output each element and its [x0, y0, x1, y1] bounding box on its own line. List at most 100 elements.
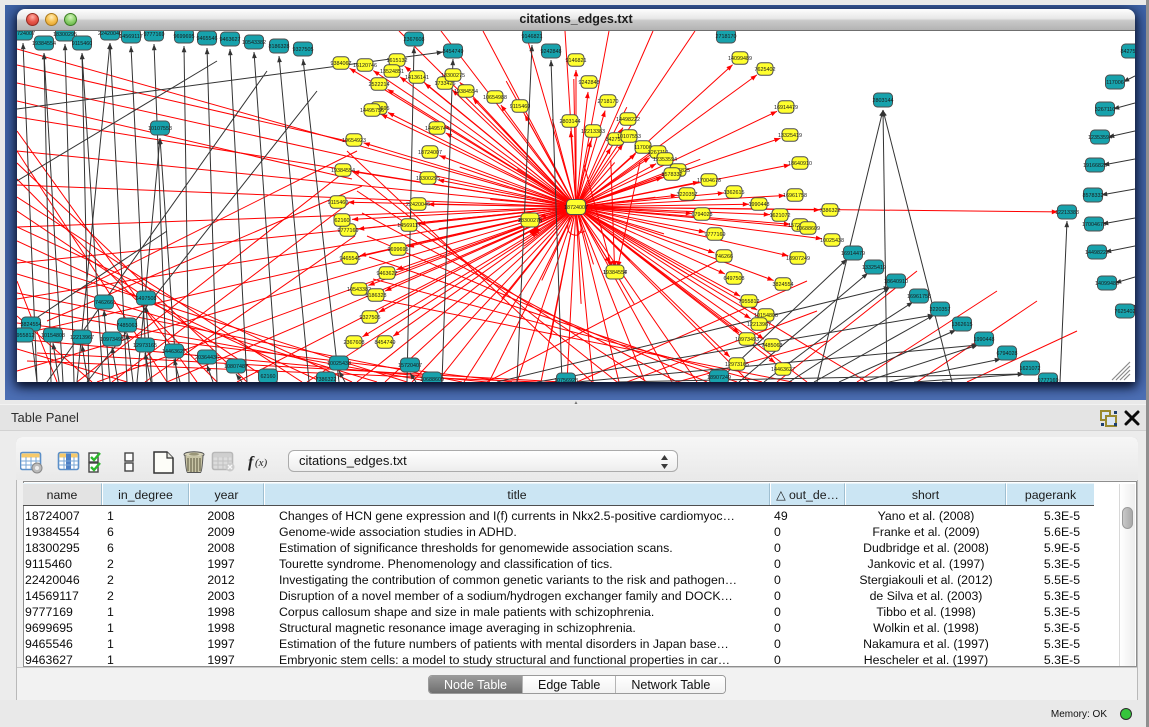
- svg-text:16914479: 16914479: [774, 105, 798, 111]
- svg-text:14498222: 14498222: [1085, 250, 1109, 256]
- svg-text:7386322: 7386322: [316, 377, 337, 382]
- svg-text:1621072: 1621072: [1020, 366, 1041, 372]
- svg-text:9242848: 9242848: [579, 80, 600, 86]
- svg-text:14495744: 14495744: [425, 126, 449, 132]
- svg-text:7625402: 7625402: [755, 67, 776, 73]
- svg-text:7955812: 7955812: [17, 333, 35, 339]
- svg-text:18724007: 18724007: [418, 150, 442, 156]
- svg-text:14136141: 14136141: [405, 75, 429, 81]
- svg-text:14463627: 14463627: [162, 349, 186, 355]
- svg-text:2718170: 2718170: [598, 99, 619, 105]
- svg-text:9115460: 9115460: [510, 104, 531, 110]
- svg-text:19654923: 19654923: [342, 138, 366, 144]
- svg-text:10154808: 10154808: [41, 333, 65, 339]
- svg-text:2367608: 2367608: [404, 37, 425, 43]
- svg-text:1362615: 1362615: [724, 190, 745, 196]
- svg-text:10654988: 10654988: [483, 95, 507, 101]
- svg-text:f: f: [248, 454, 255, 471]
- svg-text:2803144: 2803144: [560, 119, 581, 125]
- svg-text:8454749: 8454749: [443, 49, 464, 55]
- svg-text:746266: 746266: [715, 254, 733, 260]
- svg-text:10107553: 10107553: [148, 126, 172, 132]
- svg-text:6794028: 6794028: [997, 351, 1018, 357]
- svg-text:18907249: 18907249: [786, 256, 810, 262]
- svg-text:18640910: 18640910: [884, 279, 908, 285]
- svg-text:10807487: 10807487: [224, 364, 248, 370]
- svg-text:16120746: 16120746: [353, 63, 377, 69]
- svg-text:(x): (x): [255, 457, 268, 469]
- svg-text:14495756: 14495756: [360, 108, 384, 114]
- svg-text:14569117: 14569117: [397, 223, 421, 229]
- svg-text:3824554: 3824554: [773, 282, 794, 288]
- svg-text:10688609: 10688609: [420, 377, 444, 382]
- svg-text:9699695: 9699695: [388, 247, 409, 253]
- svg-text:19384554: 19384554: [603, 270, 627, 276]
- svg-text:22420046: 22420046: [406, 202, 430, 208]
- svg-text:9463627: 9463627: [220, 37, 241, 43]
- svg-text:12973165: 12973165: [133, 343, 157, 349]
- svg-text:12213383: 12213383: [581, 129, 605, 135]
- svg-text:1615132: 1615132: [387, 58, 408, 64]
- svg-text:13325419: 13325419: [862, 265, 886, 271]
- svg-text:14498222: 14498222: [616, 117, 640, 123]
- svg-text:18724007: 18724007: [564, 205, 588, 211]
- svg-text:8186328: 8186328: [366, 293, 387, 299]
- svg-text:12973165: 12973165: [725, 362, 749, 368]
- svg-text:19166825: 19166825: [1083, 163, 1107, 169]
- svg-text:6497508: 6497508: [724, 276, 745, 282]
- svg-text:9146821: 9146821: [522, 34, 543, 40]
- svg-text:10025438: 10025438: [327, 361, 351, 367]
- svg-text:12213967: 12213967: [70, 335, 94, 341]
- svg-text:12353594: 12353594: [1088, 135, 1112, 141]
- svg-text:10688609: 10688609: [796, 226, 820, 232]
- svg-text:3824554: 3824554: [21, 322, 42, 328]
- svg-text:14099489: 14099489: [728, 56, 752, 62]
- svg-text:12353594: 12353594: [653, 157, 677, 163]
- svg-text:10107553: 10107553: [617, 134, 641, 140]
- svg-text:3220357: 3220357: [930, 307, 951, 313]
- svg-text:13524851: 13524851: [380, 69, 404, 75]
- svg-text:3267110: 3267110: [1095, 107, 1116, 113]
- svg-text:12213383: 12213383: [1055, 210, 1079, 216]
- svg-text:18907249: 18907249: [707, 375, 731, 381]
- svg-text:19384554: 19384554: [32, 41, 56, 47]
- svg-text:18300275: 18300275: [441, 73, 465, 79]
- svg-text:14463627: 14463627: [771, 367, 795, 373]
- svg-text:10973493: 10973493: [100, 337, 124, 343]
- svg-text:9463627: 9463627: [377, 271, 398, 277]
- svg-text:14569117: 14569117: [119, 34, 143, 40]
- svg-text:20364436: 20364436: [195, 355, 219, 361]
- svg-text:10973493: 10973493: [735, 337, 759, 343]
- svg-text:17004678: 17004678: [697, 178, 721, 184]
- svg-text:13325419: 13325419: [778, 133, 802, 139]
- svg-text:2718170: 2718170: [716, 34, 737, 40]
- svg-text:2522214: 2522214: [369, 82, 390, 88]
- svg-text:8427552: 8427552: [1121, 49, 1136, 55]
- svg-text:3220357: 3220357: [677, 192, 698, 198]
- svg-text:1990448: 1990448: [974, 337, 995, 343]
- svg-text:9146821: 9146821: [566, 58, 587, 64]
- svg-text:12213967: 12213967: [747, 322, 771, 328]
- svg-text:10756928: 10756928: [554, 378, 578, 382]
- svg-text:9384067: 9384067: [331, 61, 352, 67]
- svg-text:62160: 62160: [335, 218, 350, 224]
- svg-text:8578332: 8578332: [662, 172, 683, 178]
- svg-text:9115460: 9115460: [328, 200, 349, 206]
- svg-text:19384554: 19384554: [454, 89, 478, 95]
- svg-text:7625402: 7625402: [1115, 309, 1136, 315]
- svg-text:18724007: 18724007: [17, 31, 35, 37]
- svg-text:15720407: 15720407: [398, 363, 422, 369]
- svg-text:7485063: 7485063: [117, 323, 138, 329]
- svg-text:18640910: 18640910: [788, 161, 812, 167]
- svg-text:8186328: 8186328: [269, 44, 290, 50]
- svg-text:18300295: 18300295: [416, 176, 440, 182]
- svg-text:1621072: 1621072: [770, 213, 791, 219]
- svg-text:9115460: 9115460: [72, 41, 93, 47]
- svg-text:9777169: 9777169: [705, 232, 726, 238]
- svg-text:9777169: 9777169: [1038, 378, 1059, 382]
- svg-text:1990448: 1990448: [749, 202, 770, 208]
- svg-text:9465546: 9465546: [340, 256, 361, 262]
- svg-text:10025438: 10025438: [820, 238, 844, 244]
- svg-text:9777169: 9777169: [144, 32, 165, 38]
- svg-text:9699695: 9699695: [174, 34, 195, 40]
